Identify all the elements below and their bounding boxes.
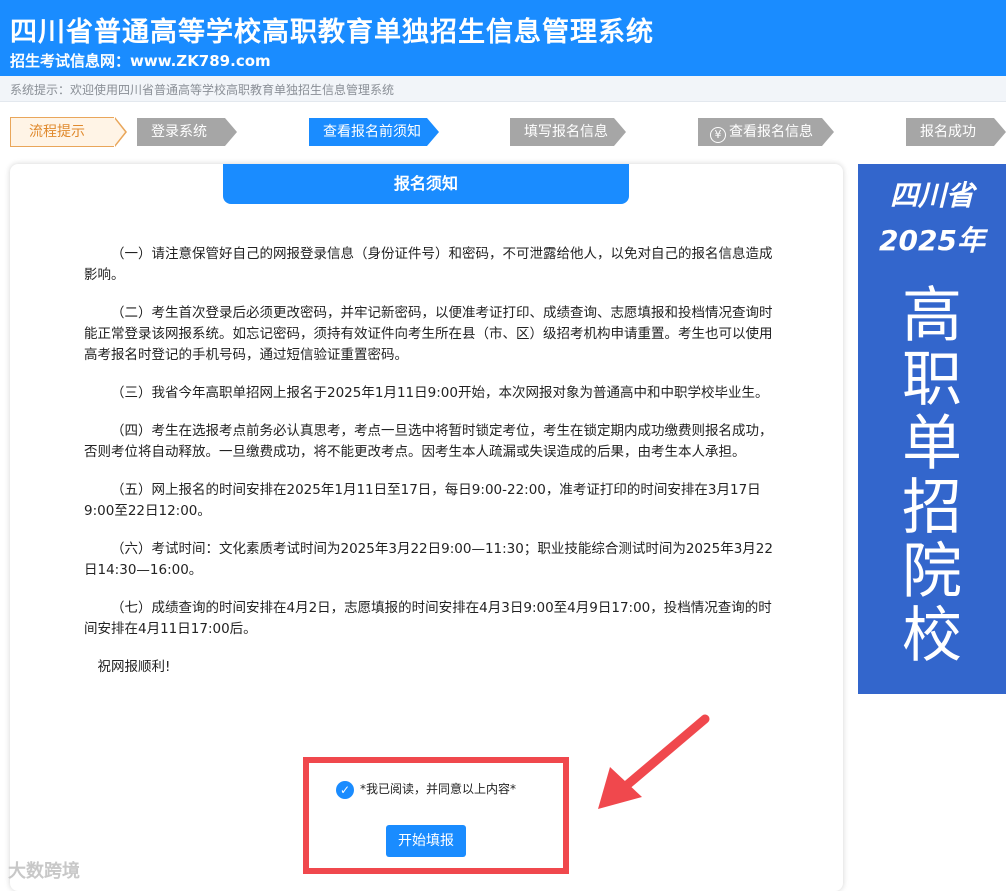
system-notice-bar: 系统提示：欢迎使用四川省普通高等学校高职教育单独招生信息管理系统 [0, 76, 1006, 102]
notice-item: （二）考生首次登录后必须更改密码，并牢记新密码，以便准考证打印、成绩查询、志愿填… [84, 305, 773, 363]
notice-item: （五）网上报名的时间安排在2025年1月11日至17日，每日9:00-22:00… [84, 482, 761, 519]
closing-wish: 祝网报顺利! [97, 659, 171, 675]
site-header: 四川省普通高等学校高职教育单独招生信息管理系统 招生考试信息网：www.ZK78… [0, 0, 1006, 76]
step-flow-label: 流程提示 [29, 124, 85, 140]
step-success: 报名成功 [906, 118, 1006, 146]
step-flow-hint: 流程提示 [10, 117, 127, 147]
step-view-info-label: 查看报名信息 [729, 124, 813, 140]
step-view-notice-label: 查看报名前须知 [323, 124, 421, 140]
promo-province: 四川省 [889, 179, 974, 212]
step-login-label: 登录系统 [151, 124, 207, 140]
step-success-label: 报名成功 [920, 124, 976, 140]
site-title: 四川省普通高等学校高职教育单独招生信息管理系统 [10, 17, 654, 48]
yen-icon: ¥ [710, 127, 726, 143]
step-view-info: ¥ 查看报名信息 [698, 118, 834, 146]
pointer-arrow-icon [598, 714, 710, 809]
notice-content: （一）请注意保管好自己的网报登录信息（身份证件号）和密码，不可泄露给他人，以免对… [84, 244, 776, 695]
panel-title: 报名须知 [223, 164, 629, 204]
notice-item: （七）成绩查询的时间安排在4月2日，志愿填报的时间安排在4月3日9:00至4月9… [84, 600, 772, 637]
promo-banner[interactable]: 四川省 2025年 高职单招院校 [858, 164, 1006, 694]
system-notice-text: 系统提示：欢迎使用四川省普通高等学校高职教育单独招生信息管理系统 [10, 83, 395, 97]
notice-item: （三）我省今年高职单招网上报名于2025年1月11日9:00开始，本次网报对象为… [111, 385, 769, 401]
step-view-notice: 查看报名前须知 [309, 118, 439, 146]
step-fill-info: 填写报名信息 [510, 118, 626, 146]
step-login: 登录系统 [137, 118, 237, 146]
step-fill-info-label: 填写报名信息 [524, 124, 608, 140]
promo-vertical-text: 高职单招院校 [902, 281, 962, 671]
watermark: 大数跨境 [8, 861, 80, 882]
process-steps: 流程提示 登录系统 查看报名前须知 填写报名信息 ¥ 查看报名信息 报名成功 [0, 112, 1006, 152]
highlight-box [303, 757, 569, 874]
notice-item: （四）考生在选报考点前务必认真思考，考点一旦选中将暂时锁定考位，考生在锁定期内成… [84, 423, 773, 460]
promo-year: 2025年 [879, 224, 985, 257]
site-subtitle: 招生考试信息网：www.ZK789.com [10, 52, 271, 70]
notice-item: （一）请注意保管好自己的网报登录信息（身份证件号）和密码，不可泄露给他人，以免对… [84, 246, 773, 283]
notice-item: （六）考试时间：文化素质考试时间为2025年3月22日9:00—11:30；职业… [84, 541, 773, 578]
